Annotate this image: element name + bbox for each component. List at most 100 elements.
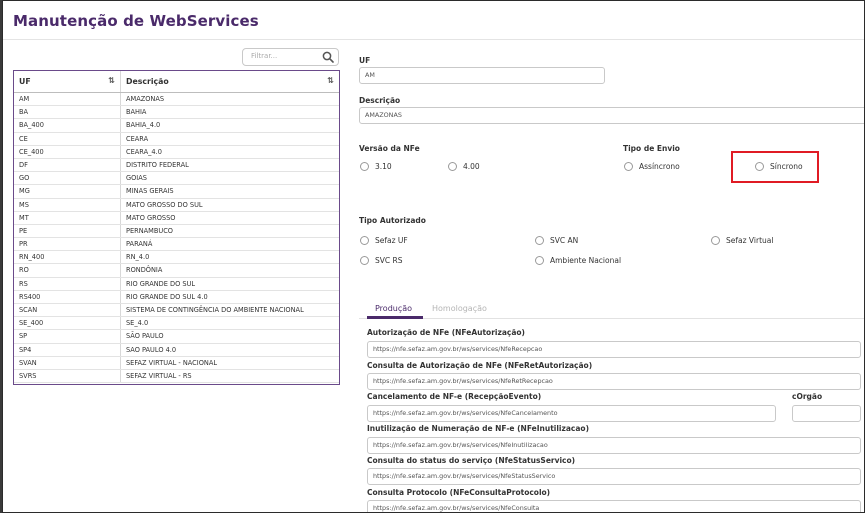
radio-assincrono[interactable]: Assíncrono (624, 162, 680, 171)
radio-label: 4.00 (463, 162, 480, 171)
table-row[interactable]: CE_400 CEARA_4.0 (14, 145, 339, 159)
table-row[interactable]: BA_400 BAHIA_4.0 (14, 119, 339, 133)
table-row[interactable]: RN_400 RN_4.0 (14, 251, 339, 265)
cell-uf: DF (14, 158, 121, 172)
cell-uf: PR (14, 238, 121, 251)
radio-label: Sefaz Virtual (726, 236, 774, 245)
cell-descricao: SEFAZ VIRTUAL - NACIONAL (126, 358, 218, 367)
tipo-envio-label: Tipo de Envio (623, 144, 680, 153)
table-row[interactable]: MG MINAS GERAIS (14, 185, 339, 199)
cell-descricao: DISTRITO FEDERAL (126, 160, 189, 169)
consulta-protocolo-input[interactable]: https://nfe.sefaz.am.gov.br/ws/services/… (367, 500, 861, 512)
radio-svc-an[interactable]: SVC AN (535, 236, 578, 245)
radio-label: Ambiente Nacional (550, 256, 622, 265)
table-row[interactable]: RO RONDÔNIA (14, 264, 339, 278)
radio-circle[interactable] (360, 162, 369, 171)
table-row[interactable]: SE_400 SE_4.0 (14, 317, 339, 331)
radio-circle[interactable] (535, 236, 544, 245)
cell-descricao: PERNAMBUCO (126, 226, 173, 235)
filter-box[interactable] (242, 48, 339, 66)
radio-circle[interactable] (535, 256, 544, 265)
cell-descricao: SE_4.0 (126, 319, 149, 328)
cell-uf: RS (14, 277, 121, 290)
column-header-uf-label: UF (19, 77, 31, 86)
cell-uf: CE (14, 132, 121, 145)
inutilizacao-input[interactable]: https://nfe.sefaz.am.gov.br/ws/services/… (367, 437, 861, 454)
radio-versao-400[interactable]: 4.00 (448, 162, 480, 171)
cell-descricao: RIO GRANDE DO SUL 4.0 (126, 292, 208, 301)
table-row[interactable]: DF DISTRITO FEDERAL (14, 158, 339, 173)
radio-label: Assíncrono (639, 162, 680, 171)
cell-uf: RO (14, 264, 121, 277)
cell-uf: GO (14, 172, 121, 185)
column-header-descricao[interactable]: Descrição ⇅ (121, 71, 339, 92)
cell-uf: SVAN (14, 356, 121, 369)
table-row[interactable]: PE PERNAMBUCO (14, 224, 339, 239)
cell-descricao: AMAZONAS (126, 95, 165, 103)
radio-circle[interactable] (711, 236, 720, 245)
table-row[interactable]: SVRS SEFAZ VIRTUAL - RS (14, 369, 339, 384)
table-row[interactable]: SP SÃO PAULO (14, 330, 339, 344)
radio-ambiente-nacional[interactable]: Ambiente Nacional (535, 256, 621, 265)
radio-label: 3.10 (375, 162, 392, 171)
inutilizacao-label: Inutilização de Numeração de NF-e (NFeIn… (367, 424, 590, 433)
cell-uf: CE_400 (14, 145, 121, 158)
table-row[interactable]: CE CEARA (14, 132, 339, 146)
tab-producao[interactable]: Produção (375, 304, 412, 313)
radio-circle[interactable] (360, 236, 369, 245)
cell-descricao: RN_4.0 (126, 253, 150, 262)
table-row[interactable]: SVAN SEFAZ VIRTUAL - NACIONAL (14, 356, 339, 370)
table-row[interactable]: RS RIO GRANDE DO SUL (14, 277, 339, 291)
table-row[interactable]: PR PARANÁ (14, 238, 339, 252)
cell-uf: SP (14, 330, 121, 343)
radio-sefaz-virtual[interactable]: Sefaz Virtual (711, 236, 773, 245)
cell-descricao: MINAS GERAIS (126, 187, 174, 196)
table-row[interactable]: GO GOIAS (14, 172, 339, 186)
cell-descricao: BAHIA_4.0 (126, 121, 161, 130)
app-window: Manutenção de WebServices UF ⇅ Descrição… (2, 0, 865, 513)
tab-homologacao[interactable]: Homologação (432, 304, 487, 313)
cell-descricao: SISTEMA DE CONTINGÊNCIA DO AMBIENTE NACI… (126, 306, 304, 314)
tab-divider (359, 318, 864, 319)
corgao-label: cOrgão (792, 392, 823, 401)
uf-grid: UF ⇅ Descrição ⇅ AM AMAZONAS BA BAHIA BA_400… (13, 70, 340, 385)
cell-uf: AM (14, 93, 121, 106)
column-header-uf[interactable]: UF ⇅ (14, 71, 121, 92)
table-row[interactable]: BA BAHIA (14, 106, 339, 120)
radio-sefaz-uf[interactable]: Sefaz UF (360, 236, 408, 245)
radio-label: Sefaz UF (375, 236, 408, 245)
tipo-autorizado-label: Tipo Autorizado (359, 216, 426, 225)
filter-input[interactable] (249, 51, 321, 61)
cell-uf: SCAN (14, 304, 121, 317)
cell-descricao: RIO GRANDE DO SUL (126, 279, 196, 288)
radio-circle[interactable] (624, 162, 633, 171)
cell-uf: SVRS (14, 369, 121, 383)
status-servico-input[interactable]: https://nfe.sefaz.am.gov.br/ws/services/… (367, 468, 861, 485)
table-row[interactable]: MS MATO GROSSO DO SUL (14, 198, 339, 212)
table-row[interactable]: AM AMAZONAS (14, 93, 339, 107)
corgao-input[interactable] (792, 405, 861, 422)
table-row[interactable]: MT MATO GROSSO (14, 211, 339, 225)
radio-versao-310[interactable]: 3.10 (360, 162, 392, 171)
radio-circle[interactable] (448, 162, 457, 171)
cell-uf: BA (14, 106, 121, 119)
table-row[interactable]: RS400 RIO GRANDE DO SUL 4.0 (14, 290, 339, 304)
cell-uf: MS (14, 198, 121, 211)
table-row[interactable]: SCAN SISTEMA DE CONTINGÊNCIA DO AMBIENTE … (14, 304, 339, 318)
cell-uf: SE_400 (14, 317, 121, 330)
cancelamento-input[interactable]: https://nfe.sefaz.am.gov.br/ws/services/… (367, 405, 776, 422)
radio-svc-rs[interactable]: SVC RS (360, 256, 402, 265)
title-divider (3, 39, 864, 40)
radio-circle[interactable] (360, 256, 369, 265)
consulta-autorizacao-input[interactable]: https://nfe.sefaz.am.gov.br/ws/services/… (367, 373, 861, 390)
table-row[interactable]: SP4 SAO PAULO 4.0 (14, 343, 339, 357)
descricao-input[interactable]: AMAZONAS (359, 107, 864, 124)
sort-icon[interactable]: ⇅ (327, 76, 334, 85)
uf-input[interactable]: AM (359, 67, 605, 84)
sort-icon[interactable]: ⇅ (108, 76, 115, 85)
search-icon[interactable] (322, 51, 334, 63)
cell-uf: SP4 (14, 343, 121, 356)
cell-uf: BA_400 (14, 119, 121, 132)
autorizacao-label: Autorização de NFe (NFeAutorização) (367, 328, 525, 337)
autorizacao-input[interactable]: https://nfe.sefaz.am.gov.br/ws/services/… (367, 341, 861, 358)
